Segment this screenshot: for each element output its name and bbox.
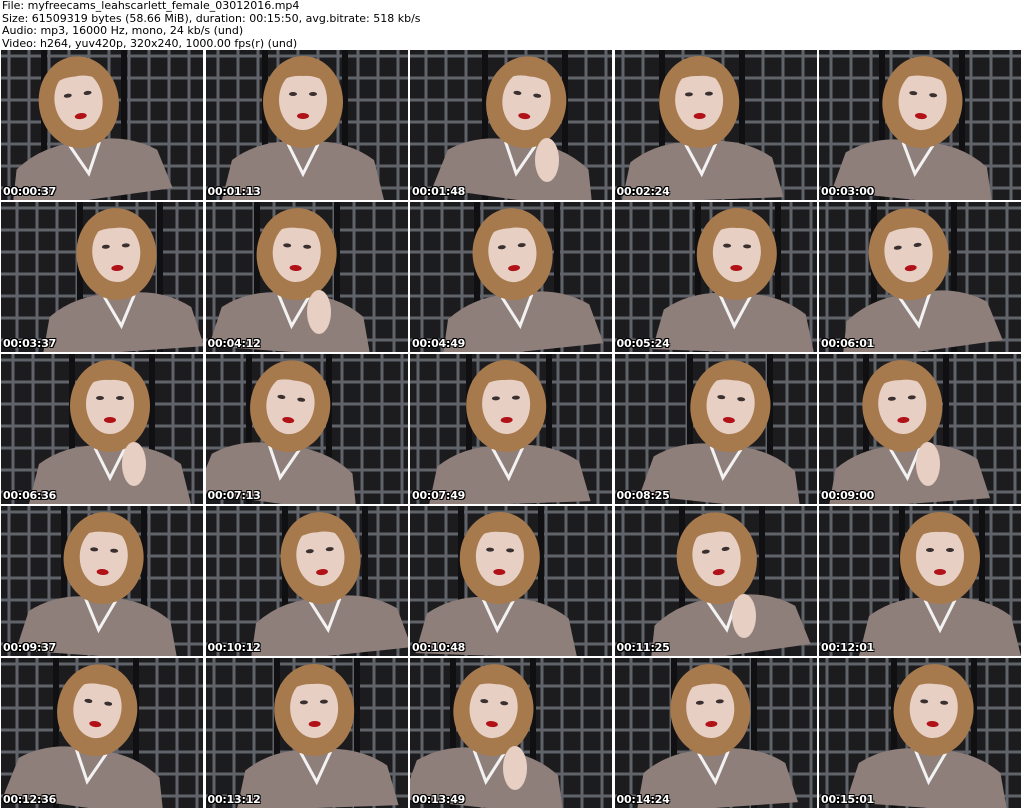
thumbnail-frame-image <box>614 506 817 656</box>
thumbnail-timestamp: 00:10:12 <box>207 641 261 654</box>
thumbnail-frame-image <box>1 354 203 504</box>
video-thumbnail: 00:15:01 <box>819 658 1021 808</box>
thumbnail-timestamp: 00:04:12 <box>207 337 261 350</box>
thumbnail-grid: 00:00:37 00:01:13 00:01:48 00:02:24 00:03:00… <box>1 50 1023 811</box>
video-thumbnail: 00:03:37 <box>1 202 203 352</box>
video-thumbnail: 00:09:37 <box>1 506 203 656</box>
thumbnail-timestamp: 00:13:49 <box>412 793 466 806</box>
video-thumbnail: 00:07:49 <box>410 354 612 504</box>
thumbnail-frame-image <box>819 658 1021 808</box>
thumbnail-timestamp: 00:09:37 <box>3 641 57 654</box>
thumbnail-timestamp: 00:12:36 <box>3 793 57 806</box>
thumbnail-timestamp: 00:00:37 <box>3 185 57 198</box>
video-thumbnail: 00:00:37 <box>1 50 203 200</box>
thumbnail-frame-image <box>410 50 612 200</box>
thumbnail-timestamp: 00:07:13 <box>207 489 261 502</box>
video-thumbnail: 00:12:36 <box>1 658 203 808</box>
video-thumbnail: 00:04:12 <box>205 202 408 352</box>
thumbnail-timestamp: 00:07:49 <box>412 489 466 502</box>
video-thumbnail: 00:13:49 <box>410 658 612 808</box>
thumbnail-frame-image <box>410 658 612 808</box>
thumbnail-timestamp: 00:01:48 <box>412 185 466 198</box>
thumbnail-timestamp: 00:10:48 <box>412 641 466 654</box>
thumbnail-frame-image <box>205 658 408 808</box>
video-thumbnail: 00:04:49 <box>410 202 612 352</box>
thumbnail-timestamp: 00:02:24 <box>616 185 670 198</box>
video-thumbnail: 00:01:48 <box>410 50 612 200</box>
thumbnail-timestamp: 00:03:37 <box>3 337 57 350</box>
video-thumbnail: 00:02:24 <box>614 50 817 200</box>
video-thumbnail: 00:10:48 <box>410 506 612 656</box>
video-thumbnail: 00:07:13 <box>205 354 408 504</box>
video-thumbnail: 00:08:25 <box>614 354 817 504</box>
video-thumbnail: 00:13:12 <box>205 658 408 808</box>
audio-info-line: Audio: mp3, 16000 Hz, mono, 24 kb/s (und… <box>2 24 244 37</box>
thumbnail-frame-image <box>205 202 408 352</box>
thumbnail-timestamp: 00:01:13 <box>207 185 261 198</box>
video-thumbnail: 00:10:12 <box>205 506 408 656</box>
thumbnail-timestamp: 00:03:00 <box>821 185 875 198</box>
video-info-line: Video: h264, yuv420p, 320x240, 1000.00 f… <box>2 36 298 50</box>
thumbnail-frame-image <box>410 202 612 352</box>
video-thumbnail: 00:12:01 <box>819 506 1021 656</box>
video-thumbnail: 00:05:24 <box>614 202 817 352</box>
thumbnail-frame-image <box>819 202 1021 352</box>
thumbnail-frame-image <box>205 50 408 200</box>
thumbnail-frame-image <box>819 506 1021 656</box>
video-thumbnail: 00:09:00 <box>819 354 1021 504</box>
thumbnail-timestamp: 00:11:25 <box>616 641 670 654</box>
thumbnail-frame-image <box>1 658 203 808</box>
thumbnail-timestamp: 00:13:12 <box>207 793 261 806</box>
thumbnail-frame-image <box>614 658 817 808</box>
video-thumbnail: 00:03:00 <box>819 50 1021 200</box>
thumbnail-frame-image <box>614 50 817 200</box>
thumbnail-frame-image <box>410 354 612 504</box>
video-thumbnail: 00:14:24 <box>614 658 817 808</box>
thumbnail-timestamp: 00:09:00 <box>821 489 875 502</box>
thumbnail-frame-image <box>819 50 1021 200</box>
video-thumbnail: 00:01:13 <box>205 50 408 200</box>
thumbnail-frame-image <box>410 506 612 656</box>
thumbnail-timestamp: 00:12:01 <box>821 641 875 654</box>
thumbnail-timestamp: 00:05:24 <box>616 337 670 350</box>
thumbnail-frame-image <box>205 506 408 656</box>
thumbnail-frame-image <box>1 50 203 200</box>
thumbnail-timestamp: 00:06:01 <box>821 337 875 350</box>
thumbnail-timestamp: 00:08:25 <box>616 489 670 502</box>
file-info-header: File: myfreecams_leahscarlett_female_030… <box>2 0 1020 50</box>
thumbnail-timestamp: 00:14:24 <box>616 793 670 806</box>
thumbnail-timestamp: 00:04:49 <box>412 337 466 350</box>
file-name-line: File: myfreecams_leahscarlett_female_030… <box>2 0 300 12</box>
thumbnail-timestamp: 00:15:01 <box>821 793 875 806</box>
thumbnail-timestamp: 00:06:36 <box>3 489 57 502</box>
thumbnail-frame-image <box>614 354 817 504</box>
video-thumbnail: 00:06:01 <box>819 202 1021 352</box>
thumbnail-frame-image <box>1 506 203 656</box>
thumbnail-frame-image <box>205 354 408 504</box>
thumbnail-frame-image <box>819 354 1021 504</box>
video-thumbnail: 00:06:36 <box>1 354 203 504</box>
thumbnail-frame-image <box>614 202 817 352</box>
video-thumbnail: 00:11:25 <box>614 506 817 656</box>
thumbnail-frame-image <box>1 202 203 352</box>
